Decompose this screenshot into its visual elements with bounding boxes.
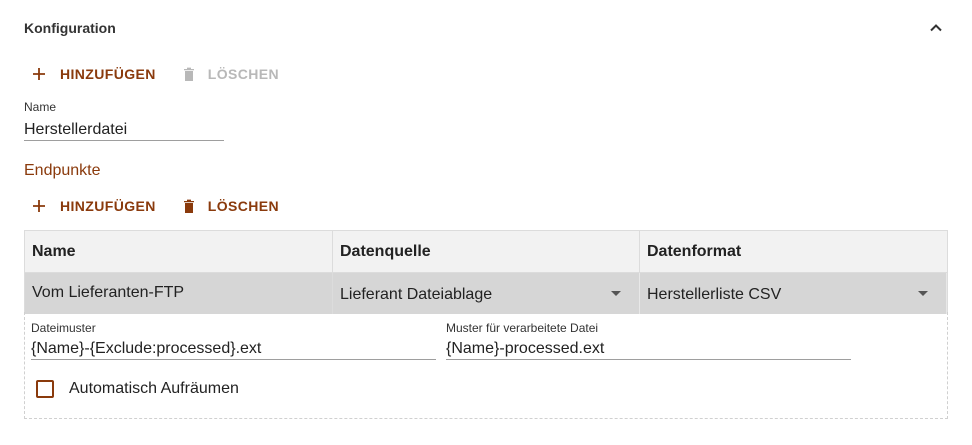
delete-configuration-button[interactable]: LÖSCHEN bbox=[174, 65, 279, 83]
dateimuster-input[interactable]: {Name}-{Exclude:processed}.ext bbox=[31, 338, 436, 360]
delete-endpoint-button[interactable]: LÖSCHEN bbox=[174, 197, 279, 215]
panel-title: Konfiguration bbox=[24, 20, 116, 36]
name-field-label: Name bbox=[24, 100, 57, 114]
delete-configuration-label: LÖSCHEN bbox=[207, 66, 280, 82]
endpoints-table: Name Datenquelle Datenformat Vom Liefera… bbox=[24, 230, 948, 314]
plus-icon bbox=[33, 68, 45, 80]
endpoints-toolbar: HINZUFÜGEN LÖSCHEN bbox=[24, 194, 297, 218]
processed-pattern-field[interactable]: Muster für verarbeitete Datei {Name}-pro… bbox=[446, 321, 851, 360]
dropdown-arrow-icon[interactable] bbox=[611, 291, 621, 296]
chevron-up-icon[interactable] bbox=[928, 20, 944, 36]
table-row[interactable]: Vom Lieferanten-FTP Lieferant Dateiablag… bbox=[25, 273, 947, 314]
name-field-value[interactable]: Herstellerdatei bbox=[24, 119, 224, 141]
trash-icon bbox=[183, 67, 194, 81]
configuration-panel-header[interactable]: Konfiguration bbox=[24, 18, 948, 40]
dropdown-arrow-icon[interactable] bbox=[918, 291, 928, 296]
add-configuration-label: HINZUFÜGEN bbox=[60, 66, 156, 82]
datenquelle-select[interactable]: Lieferant Dateiablage bbox=[333, 273, 640, 314]
processed-pattern-label: Muster für verarbeitete Datei bbox=[446, 321, 599, 335]
datenformat-select[interactable]: Herstellerliste CSV bbox=[640, 273, 947, 314]
auto-cleanup-checkbox[interactable] bbox=[36, 380, 54, 398]
delete-endpoint-label: LÖSCHEN bbox=[207, 198, 280, 214]
processed-pattern-input[interactable]: {Name}-processed.ext bbox=[446, 338, 851, 360]
column-header-datenformat[interactable]: Datenformat bbox=[640, 231, 947, 272]
auto-cleanup-checkbox-row[interactable]: Automatisch Aufräumen bbox=[36, 380, 239, 398]
endpoint-name-cell[interactable]: Vom Lieferanten-FTP bbox=[25, 273, 333, 314]
plus-icon bbox=[33, 200, 45, 212]
dateimuster-field[interactable]: Dateimuster {Name}-{Exclude:processed}.e… bbox=[31, 321, 436, 360]
column-header-name[interactable]: Name bbox=[25, 231, 333, 272]
configuration-toolbar: HINZUFÜGEN LÖSCHEN bbox=[24, 62, 297, 86]
table-header: Name Datenquelle Datenformat bbox=[25, 231, 947, 273]
datenformat-value: Herstellerliste CSV bbox=[647, 285, 782, 303]
name-field[interactable]: Name Herstellerdatei bbox=[24, 100, 224, 141]
add-configuration-button[interactable]: HINZUFÜGEN bbox=[24, 65, 156, 83]
endpoints-section-title: Endpunkte bbox=[24, 162, 101, 179]
trash-icon bbox=[183, 199, 194, 213]
datenquelle-value: Lieferant Dateiablage bbox=[340, 285, 493, 303]
add-endpoint-label: HINZUFÜGEN bbox=[60, 198, 156, 214]
column-header-datenquelle[interactable]: Datenquelle bbox=[333, 231, 640, 272]
auto-cleanup-label: Automatisch Aufräumen bbox=[69, 380, 239, 397]
dateimuster-label: Dateimuster bbox=[31, 321, 96, 335]
add-endpoint-button[interactable]: HINZUFÜGEN bbox=[24, 197, 156, 215]
